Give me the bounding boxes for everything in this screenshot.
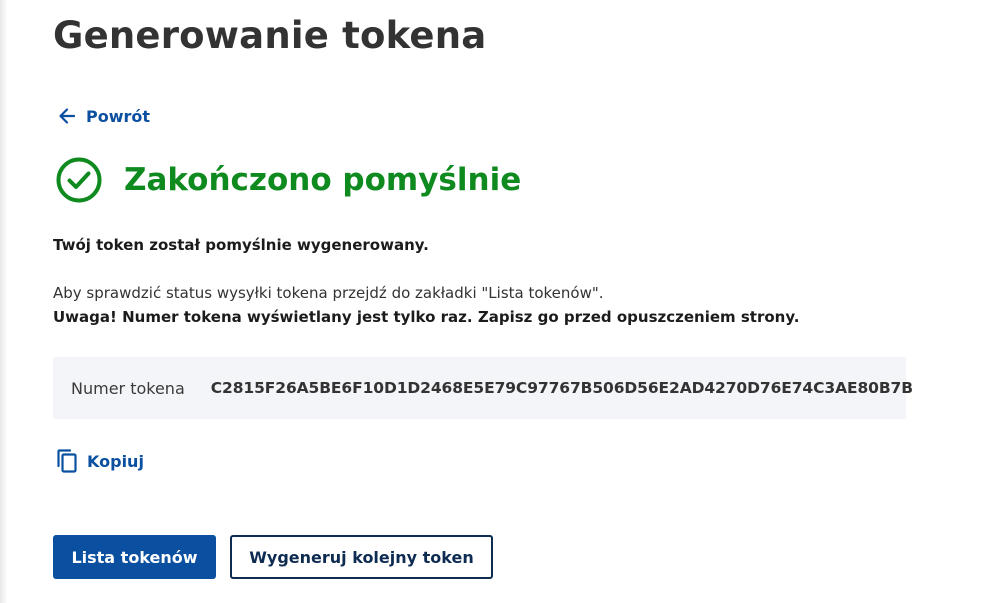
success-message: Twój token został pomyślnie wygenerowany… <box>53 236 429 254</box>
generate-another-token-button[interactable]: Wygeneruj kolejny token <box>230 535 493 579</box>
status-text: Zakończono pomyślnie <box>124 162 522 198</box>
token-box: Numer tokena C2815F26A5BE6F10D1D2468E5E7… <box>53 357 913 419</box>
back-link[interactable]: Powrót <box>57 104 150 128</box>
copy-button[interactable]: Kopiuj <box>55 447 144 475</box>
check-circle-icon <box>56 157 102 203</box>
token-value: C2815F26A5BE6F10D1D2468E5E79C97767B506D5… <box>210 379 913 397</box>
info-message: Aby sprawdzić status wysyłki tokena prze… <box>53 284 604 302</box>
arrow-left-icon <box>59 108 76 124</box>
copy-label: Kopiuj <box>87 451 144 471</box>
copy-icon <box>57 449 77 473</box>
warning-message: Uwaga! Numer tokena wyświetlany jest tyl… <box>53 308 800 326</box>
back-link-label: Powrót <box>86 106 151 126</box>
page-title: Generowanie tokena <box>53 14 487 57</box>
token-list-button[interactable]: Lista tokenów <box>53 535 216 579</box>
token-label: Numer tokena <box>71 378 185 398</box>
left-edge-shade <box>0 0 8 603</box>
status-banner: Zakończono pomyślnie <box>55 155 521 205</box>
